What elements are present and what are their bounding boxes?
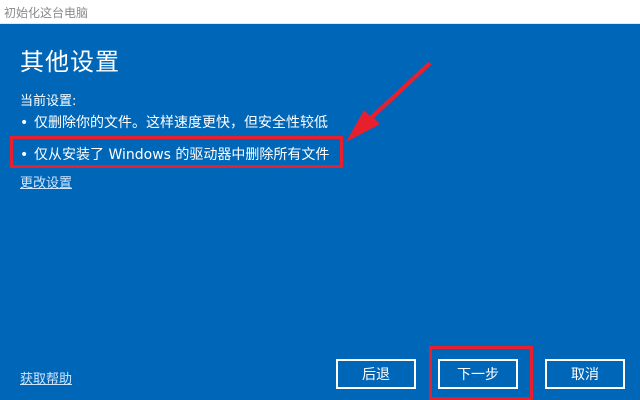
change-settings-link[interactable]: 更改设置 [20, 172, 72, 191]
window-titlebar: 初始化这台电脑 [0, 0, 640, 24]
setting-item-remove-files: • 仅删除你的文件。这样速度更快，但安全性较低 [20, 112, 328, 132]
back-button[interactable]: 后退 [336, 359, 416, 389]
annotation-next-highlight-box [429, 346, 533, 400]
annotation-arrow-icon [346, 62, 432, 142]
current-settings-label: 当前设置: [20, 94, 77, 109]
window-title: 初始化这台电脑 [4, 6, 89, 20]
annotation-highlight-box [10, 136, 343, 168]
cancel-button[interactable]: 取消 [545, 359, 625, 389]
reset-pc-panel: 其他设置 当前设置: • 仅删除你的文件。这样速度更快，但安全性较低 • 仅从安装了… [0, 24, 640, 400]
get-help-link[interactable]: 获取帮助 [20, 368, 72, 387]
setting-item-label: 仅删除你的文件。这样速度更快，但安全性较低 [34, 115, 328, 131]
page-title: 其他设置 [20, 48, 120, 76]
bullet-icon: • [20, 115, 29, 131]
